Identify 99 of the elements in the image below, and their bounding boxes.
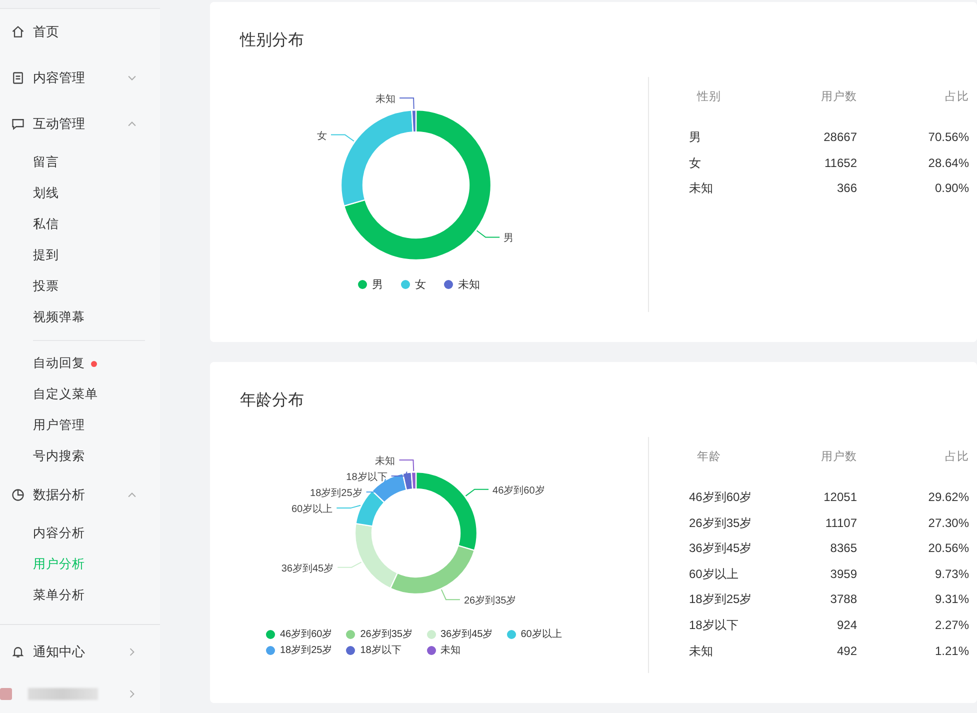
sidebar-item[interactable]: 内容管理 (0, 55, 160, 101)
legend-item[interactable]: 未知 (444, 277, 480, 292)
sidebar-subitem[interactable]: 内容分析 (0, 518, 160, 549)
sidebar-subitem[interactable]: 投票 (0, 271, 160, 302)
table-cell-text: 3788 (829, 591, 857, 608)
legend-item[interactable]: 46岁到60岁 (266, 627, 332, 641)
column-header: 性别 (696, 90, 722, 105)
sidebar-item[interactable]: 数据分析 (0, 472, 160, 518)
sidebar-item[interactable]: 首页 (0, 9, 160, 55)
chat-icon (11, 117, 25, 131)
table-cell-text: 18岁到25岁 (689, 591, 753, 608)
legend-item[interactable]: 26岁到35岁 (346, 627, 412, 641)
table-cell-text: 未知 (689, 180, 714, 197)
bell-icon (11, 645, 25, 659)
leader-line (440, 589, 460, 600)
leader-line (330, 134, 354, 142)
table-cell-text: 男 (689, 129, 702, 146)
legend-dot (401, 280, 410, 289)
table-cell-text: 9.73% (934, 566, 969, 583)
slice-label: 未知 (376, 94, 396, 106)
legend-dot (426, 630, 436, 638)
table-cell-text: 2.27% (934, 616, 969, 634)
sidebar-subitem[interactable]: 自定义菜单 (0, 379, 160, 410)
card-title: 性别分布 (240, 31, 305, 51)
table-cell-text: 11107 (824, 514, 857, 532)
slice-label: 男 (504, 233, 514, 244)
legend-item[interactable]: 18岁到25岁 (266, 643, 332, 657)
sidebar-item[interactable]: 通知中心 (0, 629, 160, 675)
table-cell-text: 9.31% (934, 591, 969, 608)
legend-item[interactable]: 未知 (426, 643, 493, 657)
sidebar-subitem[interactable]: 号内搜索 (0, 441, 160, 472)
leader-line (399, 98, 414, 110)
avatar (0, 688, 12, 700)
legend-item[interactable]: 36岁到45岁 (426, 627, 493, 641)
table-cell-text: 0.90% (934, 180, 969, 197)
table-cell-text: 36岁到45岁 (689, 540, 753, 558)
slice-label: 46岁到60岁 (492, 485, 545, 496)
pie-chart-icon (11, 488, 25, 502)
table-cell-text: 18岁以下 (689, 616, 740, 634)
table-cell-text: 46岁到60岁 (689, 489, 753, 506)
legend-dot (346, 630, 356, 638)
sidebar-subitem[interactable]: 用户管理 (0, 410, 160, 441)
slice-label: 36岁到45岁 (281, 563, 334, 574)
legend-dot (426, 646, 436, 654)
table-cell-text: 1.21% (934, 642, 969, 660)
leader-line (336, 504, 361, 509)
sidebar-item[interactable]: 互动管理 (0, 101, 160, 147)
legend-item[interactable]: 60岁以上 (506, 627, 562, 641)
leader-line (465, 488, 490, 496)
card-title: 年龄分布 (240, 391, 305, 411)
legend-dot (444, 280, 453, 289)
table-cell-text: 28667 (822, 129, 857, 146)
leader-line (337, 562, 362, 568)
table-cell-text: 366 (836, 180, 857, 197)
legend-item[interactable]: 18岁以下 (346, 643, 412, 657)
slice-label: 60岁以上 (292, 504, 333, 516)
legend-dot (266, 630, 275, 638)
column-header: 用户数 (820, 449, 857, 465)
column-header: 年龄 (696, 450, 722, 465)
legend-dot (506, 630, 516, 638)
table-cell-text: 未知 (689, 642, 714, 660)
sidebar-subitem[interactable]: 私信 (0, 209, 160, 240)
table-cell-text: 11652 (824, 154, 857, 172)
home-icon (11, 25, 25, 39)
table-cell-text: 924 (836, 616, 857, 634)
sidebar-subitem[interactable]: 视频弹幕 (0, 302, 160, 333)
table-cell-text: 12051 (822, 489, 857, 506)
column-header: 占比 (944, 450, 969, 465)
table-cell-text: 8365 (829, 540, 857, 558)
sidebar-subitem[interactable]: 划线 (0, 178, 160, 209)
legend-dot (266, 646, 275, 654)
table-cell-text: 27.30% (927, 514, 969, 532)
slice-label: 26岁到35岁 (464, 596, 516, 607)
document-icon (11, 71, 25, 85)
table-cell-text: 26岁到35岁 (689, 514, 753, 532)
sidebar-subitem[interactable]: 留言 (0, 147, 160, 178)
table-cell-text: 70.56% (927, 129, 969, 146)
table-cell-text: 28.64% (927, 154, 969, 172)
slice-label: 女 (316, 130, 327, 142)
table-cell-text: 60岁以上 (689, 566, 740, 583)
table-cell-text: 3959 (829, 566, 857, 583)
table-cell-text: 20.56% (927, 540, 969, 558)
legend-dot (358, 280, 367, 289)
slice-label: 18岁到25岁 (310, 488, 362, 500)
table-cell-text: 29.62% (927, 489, 969, 506)
leader-line (476, 230, 500, 238)
sidebar-subitem[interactable]: 菜单分析 (0, 580, 160, 611)
legend-item[interactable]: 男 (358, 277, 383, 292)
slice-label: 18岁以下 (346, 472, 388, 484)
column-header: 用户数 (820, 89, 857, 105)
table-cell-text: 女 (689, 154, 702, 172)
blurred-name (28, 688, 98, 700)
column-header: 占比 (944, 90, 969, 105)
slice-label: 未知 (375, 456, 396, 468)
table-cell-text: 492 (836, 642, 857, 660)
sidebar-subitem[interactable]: 提到 (0, 240, 160, 271)
legend-dot (346, 646, 356, 654)
legend-item[interactable]: 女 (401, 277, 426, 292)
sidebar-subitem[interactable]: 自动回复 (0, 348, 160, 379)
